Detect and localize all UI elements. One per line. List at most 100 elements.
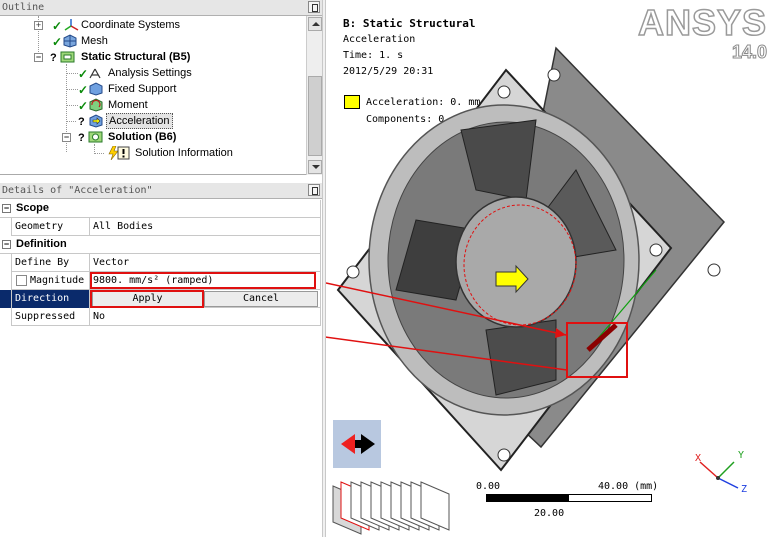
tree-item-solution-information[interactable]: Solution Information (0, 145, 306, 161)
table-border (320, 200, 321, 326)
pin-icon[interactable] (308, 1, 320, 13)
detail-row-geometry[interactable]: Geometry All Bodies (0, 218, 320, 236)
fan-hub (455, 196, 577, 328)
property-name: Direction (12, 290, 90, 308)
collapse-icon[interactable]: − (2, 204, 11, 213)
pin-icon[interactable] (308, 184, 320, 196)
scroll-down-button[interactable] (308, 160, 322, 174)
fixed-support-icon (89, 82, 103, 96)
moment-icon (89, 98, 103, 112)
solution-icon (88, 131, 103, 143)
scale-bar-track (486, 494, 652, 502)
tree-item-label: Fixed Support (108, 83, 177, 95)
collapse-icon[interactable]: − (34, 53, 43, 62)
axis-y-label: Y (738, 450, 745, 461)
outline-scrollbar[interactable] (306, 16, 322, 175)
property-value[interactable]: Vector (91, 254, 320, 272)
tree-item-fixed-support[interactable]: ✓ Fixed Support (0, 81, 306, 97)
mount-hole (649, 243, 663, 257)
graphics-viewport[interactable]: B: Static Structural Acceleration Time: … (326, 0, 775, 537)
next-arrow-icon[interactable] (355, 434, 375, 454)
detail-row-define-by[interactable]: Define By Vector (0, 254, 320, 272)
outline-tree: + ✓ Coordinate Systems ✓ Mesh − ? Static… (0, 16, 306, 175)
group-label: Scope (16, 202, 50, 214)
check-icon: ✓ (78, 83, 89, 97)
scroll-thumb[interactable] (308, 76, 322, 156)
check-icon: ✓ (52, 35, 63, 49)
apply-highlight (90, 290, 204, 308)
scale-right-label: 40.00 (mm) (598, 481, 659, 492)
scale-left-label: 0.00 (476, 481, 501, 492)
check-icon: ✓ (52, 19, 63, 33)
coordinate-systems-icon (64, 19, 79, 31)
group-scope[interactable]: − Scope (0, 200, 320, 218)
mount-hole (497, 448, 511, 462)
mount-hole (547, 68, 561, 82)
acceleration-icon (89, 114, 103, 128)
tree-connector (66, 73, 78, 74)
axis-z-label: Z (741, 484, 748, 495)
tree-connector (94, 153, 104, 154)
cancel-button[interactable]: Cancel (204, 291, 318, 307)
tree-connector (66, 105, 78, 106)
scale-mid-label: 20.00 (534, 508, 565, 519)
outline-title: Outline (2, 2, 45, 13)
tree-item-acceleration[interactable]: ? Acceleration (0, 113, 306, 129)
property-name: Suppressed (12, 308, 90, 326)
row-gutter (0, 254, 12, 272)
row-gutter (0, 272, 12, 290)
group-definition[interactable]: − Definition (0, 236, 320, 254)
detail-row-suppressed[interactable]: Suppressed No (0, 308, 320, 326)
scroll-up-button[interactable] (308, 17, 322, 31)
mount-hole (497, 85, 511, 99)
tree-item-label: Solution (B6) (108, 131, 177, 143)
tree-item-mesh[interactable]: ✓ Mesh (0, 33, 306, 49)
check-icon: ✓ (78, 67, 89, 81)
tree-item-coordinate-systems[interactable]: + ✓ Coordinate Systems (0, 17, 306, 33)
question-icon: ? (50, 52, 57, 64)
property-name: Magnitude (12, 272, 90, 290)
mesh-icon (63, 34, 77, 48)
tree-item-label: Solution Information (135, 147, 233, 159)
tree-item-label: Coordinate Systems (81, 19, 181, 31)
group-label: Definition (16, 238, 67, 250)
tree-item-static-structural[interactable]: − ? Static Structural (B5) (0, 49, 306, 65)
mount-hole (346, 265, 360, 279)
tree-item-label: Static Structural (B5) (81, 51, 191, 63)
magnitude-highlight (90, 272, 316, 289)
tree-item-analysis-settings[interactable]: ✓ Analysis Settings (0, 65, 306, 81)
details-title: Details of "Acceleration" (2, 185, 153, 196)
row-gutter (0, 308, 12, 326)
property-name: Geometry (12, 218, 90, 236)
view-navigation (333, 420, 381, 468)
details-header: Details of "Acceleration" (0, 183, 322, 199)
scale-bar-fill (487, 495, 569, 501)
axis-x-label: X (695, 453, 702, 464)
tree-item-label: Mesh (81, 35, 108, 47)
result-thumbnails-icon[interactable] (331, 478, 461, 537)
outline-header: Outline (0, 0, 322, 16)
question-icon: ? (78, 116, 85, 128)
collapse-icon[interactable]: − (62, 133, 71, 142)
tree-connector (66, 121, 76, 122)
collapse-icon[interactable]: − (2, 240, 11, 249)
mount-hole (707, 263, 721, 277)
tree-connector (66, 89, 78, 90)
tree-item-label: Moment (108, 99, 148, 111)
static-structural-icon (60, 51, 75, 63)
property-value[interactable]: No (91, 308, 320, 326)
property-value[interactable]: All Bodies (91, 218, 320, 236)
info-icon (117, 146, 130, 160)
left-panel: Outline + ✓ Coordinate Systems ✓ Mesh − … (0, 0, 322, 537)
property-name: Define By (12, 254, 90, 272)
tree-item-label: Analysis Settings (108, 67, 192, 79)
tree-item-label: Acceleration (106, 113, 173, 129)
scale-bar: 0.00 40.00 (mm) 20.00 (476, 481, 676, 521)
row-gutter (0, 218, 12, 236)
check-icon: ✓ (78, 99, 89, 113)
question-icon: ? (78, 132, 85, 144)
tree-item-solution[interactable]: − ? Solution (B6) (0, 129, 306, 145)
tree-item-moment[interactable]: ✓ Moment (0, 97, 306, 113)
expand-icon[interactable]: + (34, 21, 43, 30)
nav-arrows-icon[interactable] (333, 420, 381, 468)
